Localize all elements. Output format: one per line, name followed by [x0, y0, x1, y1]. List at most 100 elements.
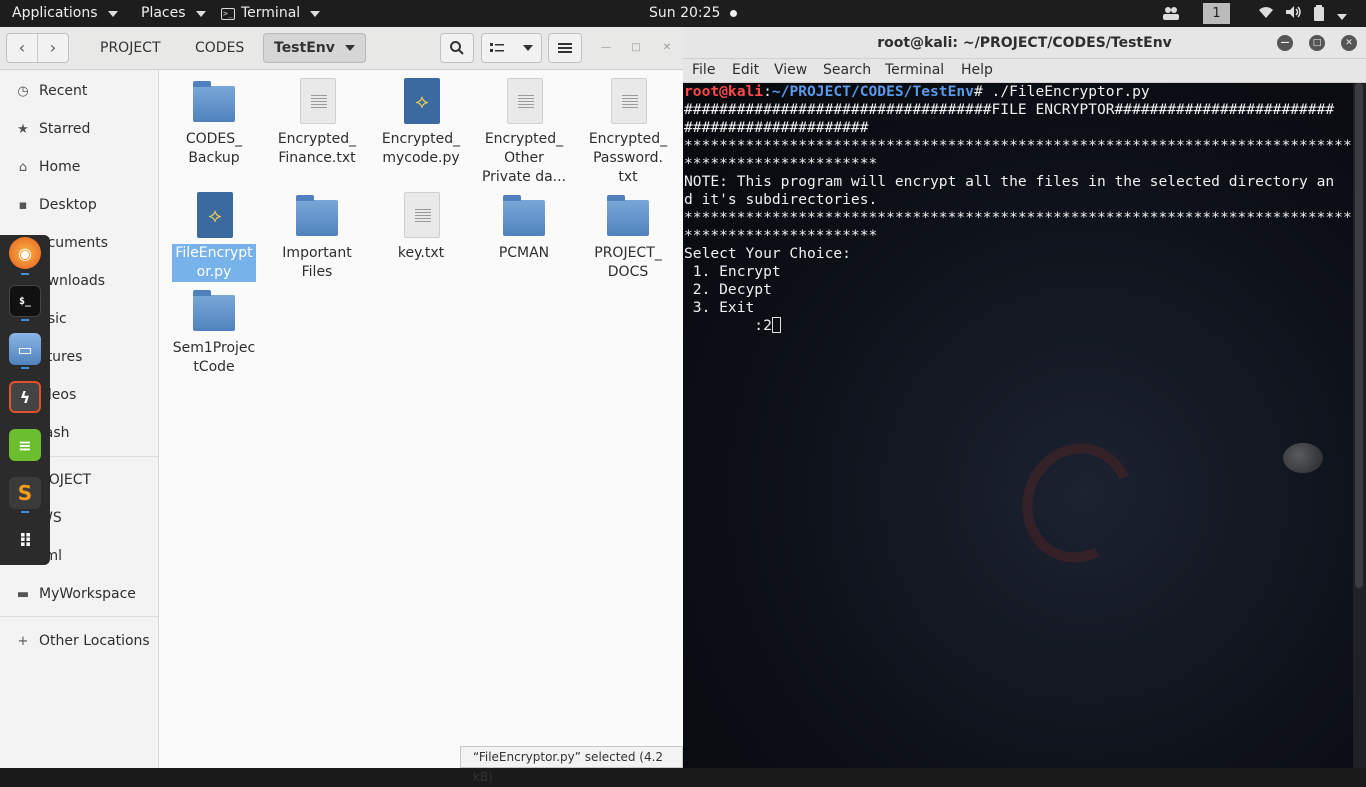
home-icon: ⌂ [18, 159, 28, 175]
applications-label: Applications [12, 5, 98, 21]
menu-terminal[interactable]: Terminal [885, 62, 944, 78]
file-name: FileEncrypt or.py [172, 244, 256, 282]
file-item[interactable]: PCMAN [469, 192, 579, 263]
back-button[interactable]: ‹ [7, 34, 37, 62]
places-menu[interactable]: Places [141, 0, 206, 27]
prompt-path: ~/PROJECT/CODES/TestEnv [771, 83, 974, 100]
terminal-title: root@kali: ~/PROJECT/CODES/TestEnv [877, 35, 1172, 51]
file-item-selected[interactable]: ⟡ FileEncrypt or.py [159, 192, 269, 282]
wallpaper-swirl [1005, 427, 1151, 579]
applications-menu[interactable]: Applications [12, 0, 118, 27]
search-icon [450, 41, 464, 55]
scrollbar-thumb[interactable] [1355, 83, 1363, 588]
app-grid-icon[interactable]: ⠿ [9, 525, 41, 557]
chevron-down-icon [195, 10, 206, 17]
clock[interactable]: Sun 20:25 [649, 0, 738, 27]
python-file-icon: ⟡ [191, 192, 237, 240]
clock-icon: ◷ [17, 83, 29, 99]
wallpaper-planet [1283, 443, 1323, 473]
file-name: Encrypted_ mycode.py [381, 131, 461, 166]
file-item[interactable]: Encrypted_ Password. txt [573, 78, 683, 187]
sidebar-item-other-locations[interactable]: + Other Locations [0, 624, 159, 658]
file-item[interactable]: Encrypted_ Finance.txt [262, 78, 372, 168]
system-menu-caret[interactable] [1333, 9, 1347, 26]
maximize-button[interactable]: □ [1309, 35, 1325, 51]
sidebar-item-recent[interactable]: ◷ Recent [0, 74, 159, 108]
menu-search[interactable]: Search [823, 62, 871, 78]
file-manager-window: ‹ › PROJECT CODES TestEnv — □ ✕ ◷ Recent … [0, 27, 683, 784]
file-name: Encrypted_ Other Private da... [481, 131, 567, 185]
volume-icon[interactable] [1285, 5, 1303, 22]
text-editor-icon[interactable]: ≡ [9, 429, 41, 461]
firefox-icon[interactable]: ◉ [9, 237, 41, 269]
file-item[interactable]: CODES_ Backup [159, 78, 269, 168]
menu-edit[interactable]: Edit [732, 62, 759, 78]
minimize-button[interactable]: — [598, 40, 614, 56]
file-item[interactable]: ⟡ Encrypted_ mycode.py [366, 78, 476, 168]
search-button[interactable] [440, 33, 474, 63]
sidebar-item-label: Desktop [39, 197, 97, 213]
folder-icon [605, 192, 651, 240]
burpsuite-icon[interactable]: ϟ [9, 381, 41, 413]
file-item[interactable]: Sem1Projec tCode [159, 287, 269, 377]
terminal-output-area[interactable]: root@kali:~/PROJECT/CODES/TestEnv# ./Fil… [683, 83, 1353, 768]
navigation-buttons: ‹ › [6, 33, 69, 63]
file-name: Important Files [282, 245, 352, 280]
breadcrumb-testenv[interactable]: TestEnv [263, 33, 366, 63]
plus-icon: + [17, 633, 29, 649]
view-options-button[interactable] [481, 33, 542, 63]
terminal-icon[interactable]: $_ [9, 285, 41, 317]
prompt-command: # ./FileEncryptor.py [973, 83, 1150, 100]
python-file-icon: ⟡ [398, 78, 444, 126]
file-name: Encrypted_ Finance.txt [277, 131, 357, 166]
places-label: Places [141, 5, 186, 21]
minimize-button[interactable]: — [1277, 35, 1293, 51]
folder-icon [294, 192, 340, 240]
files-icon[interactable]: ▭ [9, 333, 41, 365]
menu-help[interactable]: Help [961, 62, 993, 78]
workspace-indicator[interactable]: 1 [1203, 3, 1230, 24]
maximize-button[interactable]: □ [628, 40, 644, 56]
file-name: PROJECT_ DOCS [594, 245, 662, 280]
chevron-down-icon [523, 45, 534, 51]
chevron-down-icon [344, 45, 355, 51]
menu-button[interactable] [548, 33, 582, 63]
sidebar-item-label: MyWorkspace [39, 586, 136, 602]
file-name: Encrypted_ Password. txt [588, 131, 668, 185]
list-view-icon [489, 43, 504, 52]
terminal-icon: >_ [221, 7, 235, 20]
sidebar-item-home[interactable]: ⌂ Home [0, 150, 159, 184]
battery-icon[interactable] [1313, 5, 1325, 22]
desktop-icon: ▪ [18, 197, 28, 213]
sidebar-item-starred[interactable]: ★ Starred [0, 112, 159, 146]
breadcrumb-project[interactable]: PROJECT [100, 33, 161, 63]
menu-view[interactable]: View [774, 62, 807, 78]
close-button[interactable]: ✕ [1341, 35, 1357, 51]
close-button[interactable]: ✕ [659, 40, 675, 56]
sidebar-item-label: Home [39, 159, 81, 175]
forward-button[interactable]: › [37, 34, 68, 62]
chevron-down-icon [1337, 14, 1347, 20]
sidebar-item-myworkspace[interactable]: ▬ MyWorkspace [0, 577, 159, 611]
sidebar-item-desktop[interactable]: ▪ Desktop [0, 188, 159, 222]
terminal-app-menu[interactable]: >_ Terminal [221, 0, 321, 27]
selection-status: “FileEncryptor.py” selected (4.2 kB) [460, 746, 683, 784]
folder-icon [191, 78, 237, 126]
breadcrumb-codes[interactable]: CODES [195, 33, 244, 63]
file-item[interactable]: Encrypted_ Other Private da... [469, 78, 579, 187]
people-icon[interactable] [1162, 5, 1180, 22]
sidebar-item-label: Starred [39, 121, 91, 137]
prompt-user: root@kali [684, 83, 764, 100]
folder-icon [501, 192, 547, 240]
file-item[interactable]: PROJECT_ DOCS [573, 192, 683, 282]
hamburger-icon [558, 43, 572, 53]
wifi-icon[interactable] [1258, 5, 1274, 22]
file-item[interactable]: Important Files [262, 192, 372, 282]
file-item[interactable]: key.txt [366, 192, 476, 263]
sublime-text-icon[interactable]: S [9, 477, 41, 509]
text-file-icon [294, 78, 340, 126]
terminal-scrollbar[interactable] [1353, 83, 1366, 768]
star-icon: ★ [17, 121, 29, 137]
folder-icon: ▬ [16, 586, 30, 602]
menu-file[interactable]: File [692, 62, 715, 78]
